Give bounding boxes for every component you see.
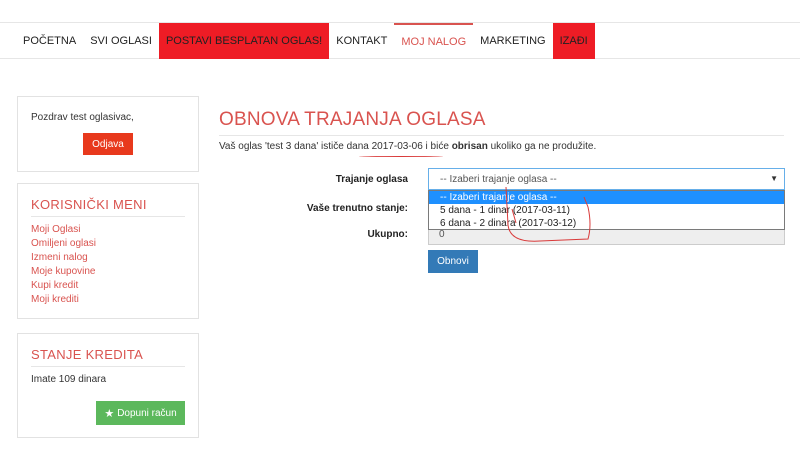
user-menu-list: Moji Oglasi Omiljeni oglasi Izmeni nalog… (31, 223, 96, 307)
nav-pocetna[interactable]: POČETNA (16, 23, 83, 59)
greeting-text: Pozdrav test oglasivac, (31, 112, 134, 123)
duration-select[interactable]: -- Izaberi trajanje oglasa -- ▼ (428, 168, 785, 190)
logout-button[interactable]: Odjava (83, 133, 133, 155)
page-title: OBNOVA TRAJANJA OGLASA (219, 109, 784, 136)
total-field: 0 (428, 228, 785, 245)
total-label: Ukupno: (367, 229, 408, 240)
info-pre: Vaš oglas 'test 3 dana' ističe dana (219, 141, 372, 152)
user-menu-panel: KORISNIČKI MENI Moji Oglasi Omiljeni ogl… (17, 183, 199, 319)
credit-panel: STANJE KREDITA Imate 109 dinara ★ Dopuni… (17, 333, 199, 438)
duration-option[interactable]: 6 dana - 2 dinara (2017-03-12) (429, 217, 784, 230)
greeting-panel: Pozdrav test oglasivac, Odjava (17, 96, 199, 172)
duration-select-value: -- Izaberi trajanje oglasa -- (440, 173, 557, 185)
nav-svi-oglasi[interactable]: SVI OGLASI (83, 23, 159, 59)
info-post: ukoliko ga ne produžite. (487, 141, 597, 152)
credit-title: STANJE KREDITA (31, 347, 185, 367)
nav-izadji[interactable]: IZAĐI (552, 23, 595, 59)
topup-button[interactable]: ★ Dopuni račun (96, 401, 185, 425)
nav-kontakt[interactable]: KONTAKT (329, 23, 394, 59)
expiry-info: Vaš oglas 'test 3 dana' ističe dana 2017… (219, 141, 596, 152)
user-menu-title: KORISNIČKI MENI (31, 197, 185, 217)
menu-item-moji-krediti[interactable]: Moji krediti (31, 293, 96, 307)
status-label: Vaše trenutno stanje: (306, 203, 408, 214)
duration-option[interactable]: 5 dana - 1 dinar (2017-03-11) (429, 204, 784, 217)
nav-postavi-oglas[interactable]: POSTAVI BESPLATAN OGLAS! (158, 23, 330, 59)
info-mid: i biće (422, 141, 452, 152)
nav-menu: POČETNA SVI OGLASI POSTAVI BESPLATAN OGL… (16, 23, 595, 59)
star-icon: ★ (104, 407, 115, 420)
renew-button[interactable]: Obnovi (428, 250, 478, 273)
info-bold: obrisan (451, 141, 488, 152)
info-date: 2017-03-06 (371, 141, 423, 152)
duration-dropdown: -- Izaberi trajanje oglasa -- 5 dana - 1… (428, 190, 785, 230)
menu-item-omiljeni-oglasi[interactable]: Omiljeni oglasi (31, 237, 96, 251)
nav-marketing[interactable]: MARKETING (473, 23, 552, 59)
main-navbar: POČETNA SVI OGLASI POSTAVI BESPLATAN OGL… (0, 23, 800, 59)
topup-label: Dopuni račun (117, 407, 177, 419)
menu-item-moje-kupovine[interactable]: Moje kupovine (31, 265, 96, 279)
total-value: 0 (439, 229, 445, 240)
caret-down-icon: ▼ (770, 174, 778, 183)
credit-balance: Imate 109 dinara (31, 374, 107, 385)
menu-item-moji-oglasi[interactable]: Moji Oglasi (31, 223, 96, 237)
date-underline-mark (359, 155, 443, 157)
duration-label: Trajanje oglasa (335, 174, 408, 185)
menu-item-kupi-kredit[interactable]: Kupi kredit (31, 279, 96, 293)
nav-moj-nalog[interactable]: MOJ NALOG (394, 23, 474, 59)
menu-item-izmeni-nalog[interactable]: Izmeni nalog (31, 251, 96, 265)
duration-option[interactable]: -- Izaberi trajanje oglasa -- (429, 191, 784, 204)
